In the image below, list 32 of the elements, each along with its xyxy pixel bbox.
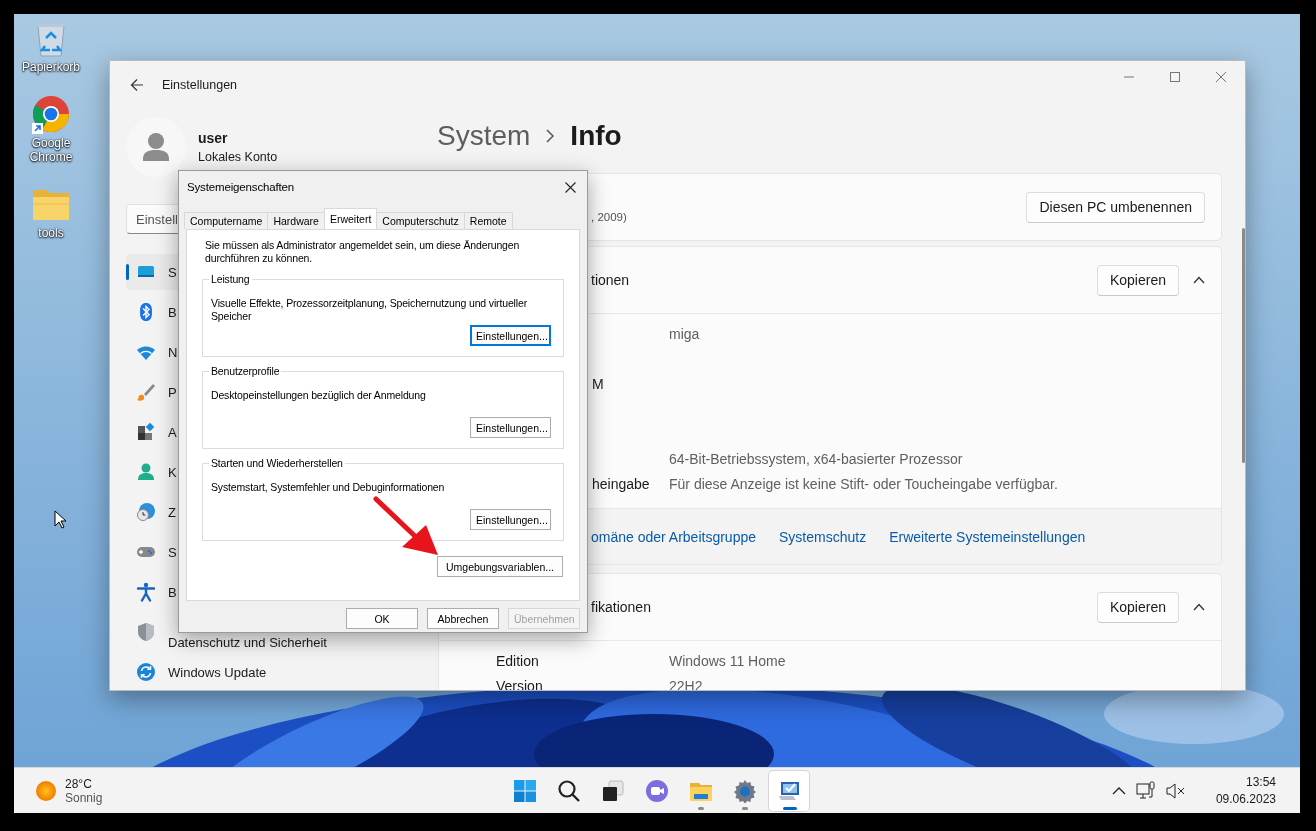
window-title: Einstellungen — [162, 78, 239, 92]
weather-temperature: 28°C — [65, 776, 93, 791]
group-description: Systemstart, Systemfehler und Debuginformationen — [211, 481, 446, 494]
spec-value: Für diese Anzeige ist keine Stift- oder Toucheingabe verfügbar. — [669, 475, 1059, 492]
group-description: Visuelle Effekte, Prozessorzeitplanung, Speichernutzung und virtueller Speicher — [211, 297, 528, 323]
group-title: Leistung — [209, 273, 252, 285]
spec-label: Version — [496, 677, 544, 690]
weather-condition: Sonnig — [65, 790, 103, 805]
spec-label: heingabe — [592, 475, 651, 492]
device-subtitle: , 2009) — [591, 211, 628, 223]
group-title: Starten und Wiederherstellen — [209, 457, 345, 469]
section-title: tionen — [591, 272, 631, 288]
group-description: Desktopeinstellungen bezüglich der Anmeldung — [211, 389, 427, 402]
breadcrumb-parent: System — [437, 120, 531, 152]
clock-time: 13:54 — [1245, 775, 1276, 789]
spec-label: M — [592, 375, 605, 392]
dialog-title: Systemeigenschaften — [187, 181, 296, 193]
spec-value: miga — [669, 325, 701, 342]
notice-text: Sie müssen als Administrator angemeldet sein, um diese Änderungen durchführen zu können. — [205, 239, 521, 265]
icon-label: Papierkorb — [22, 60, 80, 74]
spec-value: 64-Bit-Betriebssystem, x64-basierter Prozessor — [669, 450, 964, 467]
section-title: fikationen — [591, 599, 652, 615]
spec-value: Windows 11 Home — [669, 652, 787, 669]
page-title: Info — [570, 120, 622, 152]
icon-label: tools — [38, 226, 64, 240]
spec-label: Edition — [496, 652, 540, 669]
icon-label: Google Chrome — [28, 136, 74, 164]
user-name: user — [198, 130, 229, 146]
clock-date: 09.06.2023 — [1215, 792, 1276, 806]
account-type: Lokales Konto — [198, 150, 278, 164]
group-title: Benutzerprofile — [209, 365, 282, 377]
spec-value: 22H2 — [669, 677, 704, 690]
